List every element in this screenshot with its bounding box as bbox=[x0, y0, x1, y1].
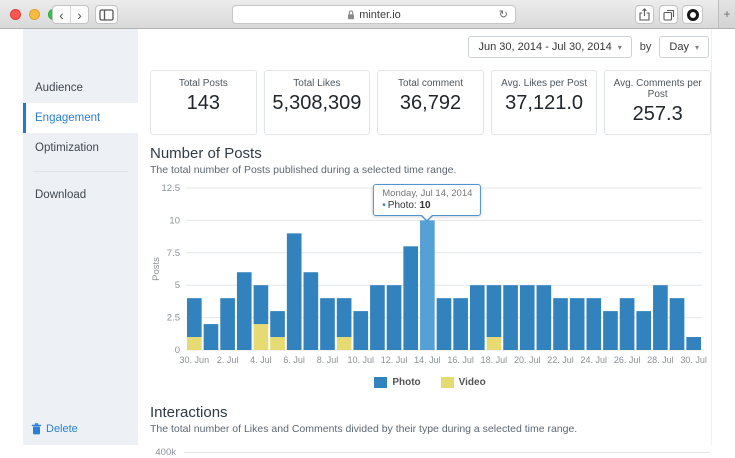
date-toolbar: Jun 30, 2014 - Jul 30, 2014 ▾ by Day ▾ bbox=[150, 35, 711, 59]
stat-value: 257.3 bbox=[607, 103, 708, 126]
sidebar-icon bbox=[99, 9, 114, 21]
tabs-icon bbox=[663, 9, 675, 21]
svg-text:12. Jul: 12. Jul bbox=[381, 355, 408, 365]
stat-label: Total comment bbox=[380, 78, 481, 89]
url-text: minter.io bbox=[359, 9, 401, 21]
granularity-picker[interactable]: Day ▾ bbox=[659, 36, 709, 58]
tooltip-value: 10 bbox=[419, 200, 430, 211]
svg-text:10: 10 bbox=[169, 215, 180, 226]
lock-icon bbox=[347, 10, 355, 20]
svg-text:8. Jul: 8. Jul bbox=[317, 355, 339, 365]
svg-text:20. Jul: 20. Jul bbox=[514, 355, 541, 365]
svg-text:26. Jul: 26. Jul bbox=[614, 355, 641, 365]
plus-icon: + bbox=[723, 7, 730, 21]
svg-text:2.5: 2.5 bbox=[167, 313, 180, 324]
chevron-down-icon: ▾ bbox=[695, 43, 699, 52]
new-tab-button[interactable]: + bbox=[718, 0, 735, 28]
interactions-chart-axis: 400k bbox=[150, 447, 710, 458]
back-button[interactable]: ‹ bbox=[53, 6, 71, 23]
legend-item-photo[interactable]: Photo bbox=[374, 377, 420, 388]
tooltip-series-label: Photo: bbox=[388, 200, 417, 211]
svg-text:7.5: 7.5 bbox=[167, 248, 180, 259]
chevron-down-icon: ▾ bbox=[618, 43, 622, 52]
svg-text:14. Jul: 14. Jul bbox=[414, 355, 441, 365]
minter-dashboard: Audience Engagement Optimization Downloa… bbox=[0, 29, 735, 445]
sidebar-divider bbox=[33, 171, 128, 172]
extension-icon bbox=[687, 9, 699, 21]
delete-button[interactable]: Delete bbox=[31, 423, 78, 435]
svg-text:18. Jul: 18. Jul bbox=[481, 355, 508, 365]
stats-row: Total Posts 143 Total Likes 5,308,309 To… bbox=[150, 70, 711, 135]
legend-swatch bbox=[374, 377, 387, 388]
sidebar-item-audience[interactable]: Audience bbox=[23, 73, 138, 103]
address-bar[interactable]: minter.io ↻ bbox=[232, 5, 516, 24]
sidebar-item-engagement[interactable]: Engagement bbox=[23, 103, 138, 133]
gridline bbox=[184, 452, 710, 453]
svg-text:Posts: Posts bbox=[151, 257, 162, 281]
chart-legend: Photo Video bbox=[150, 377, 710, 388]
stat-card-avg-comments: Avg. Comments per Post 257.3 bbox=[604, 70, 711, 135]
sidebar-item-download[interactable]: Download bbox=[23, 180, 138, 210]
svg-text:30. Jul: 30. Jul bbox=[680, 355, 707, 365]
stat-card-total-comments: Total comment 36,792 bbox=[377, 70, 484, 135]
window-minimize-button[interactable] bbox=[29, 9, 40, 20]
sidebar: Audience Engagement Optimization Downloa… bbox=[23, 29, 138, 445]
stat-value: 5,308,309 bbox=[267, 92, 368, 115]
stat-label: Total Likes bbox=[267, 78, 368, 89]
svg-text:6. Jul: 6. Jul bbox=[283, 355, 305, 365]
delete-label: Delete bbox=[46, 423, 78, 435]
stat-label: Avg. Comments per Post bbox=[607, 78, 708, 100]
interactions-ytick: 400k bbox=[150, 447, 184, 458]
nav-buttons: ‹ › bbox=[52, 5, 89, 24]
posts-chart: 02.557.51012.5Posts30. Jun2. Jul4. Jul6.… bbox=[150, 180, 710, 388]
stat-card-total-posts: Total Posts 143 bbox=[150, 70, 257, 135]
reload-icon[interactable]: ↻ bbox=[499, 8, 508, 21]
photo-series-dot-icon: • bbox=[382, 200, 386, 211]
sidebar-item-optimization[interactable]: Optimization bbox=[23, 133, 138, 163]
window-close-button[interactable] bbox=[10, 9, 21, 20]
interactions-section-title: Interactions bbox=[150, 404, 711, 421]
svg-text:24. Jul: 24. Jul bbox=[581, 355, 608, 365]
interactions-section-subtitle: The total number of Likes and Comments d… bbox=[150, 423, 711, 435]
granularity-value: Day bbox=[669, 41, 689, 53]
svg-text:5: 5 bbox=[175, 280, 180, 291]
svg-text:2. Jul: 2. Jul bbox=[217, 355, 239, 365]
date-range-value: Jun 30, 2014 - Jul 30, 2014 bbox=[478, 41, 611, 53]
legend-label: Video bbox=[459, 377, 486, 388]
stat-card-avg-likes: Avg. Likes per Post 37,121.0 bbox=[491, 70, 598, 135]
stat-card-total-likes: Total Likes 5,308,309 bbox=[264, 70, 371, 135]
sidebar-toggle-button[interactable] bbox=[95, 5, 118, 24]
by-label: by bbox=[640, 41, 652, 53]
stat-value: 36,792 bbox=[380, 92, 481, 115]
main-content: Jun 30, 2014 - Jul 30, 2014 ▾ by Day ▾ T… bbox=[138, 29, 712, 445]
share-icon bbox=[639, 8, 650, 21]
forward-button[interactable]: › bbox=[71, 6, 88, 23]
tab-overview-button[interactable] bbox=[659, 5, 678, 24]
svg-text:16. Jul: 16. Jul bbox=[447, 355, 474, 365]
svg-text:22. Jul: 22. Jul bbox=[547, 355, 574, 365]
extension-button[interactable] bbox=[682, 5, 703, 24]
tooltip-date: Monday, Jul 14, 2014 bbox=[382, 188, 472, 199]
browser-chrome: ‹ › minter.io ↻ + bbox=[0, 0, 735, 29]
trash-icon bbox=[31, 423, 42, 435]
stat-label: Total Posts bbox=[153, 78, 254, 89]
stat-value: 37,121.0 bbox=[494, 92, 595, 115]
stat-label: Avg. Likes per Post bbox=[494, 78, 595, 89]
posts-section-subtitle: The total number of Posts published duri… bbox=[150, 164, 711, 176]
chart-tooltip: Monday, Jul 14, 2014 •Photo: 10 bbox=[373, 184, 481, 216]
svg-text:4. Jul: 4. Jul bbox=[250, 355, 272, 365]
legend-item-video[interactable]: Video bbox=[441, 377, 486, 388]
date-range-picker[interactable]: Jun 30, 2014 - Jul 30, 2014 ▾ bbox=[468, 36, 631, 58]
svg-text:12.5: 12.5 bbox=[162, 183, 181, 194]
posts-section-title: Number of Posts bbox=[150, 145, 711, 162]
svg-text:10. Jul: 10. Jul bbox=[348, 355, 375, 365]
legend-swatch bbox=[441, 377, 454, 388]
legend-label: Photo bbox=[392, 377, 420, 388]
svg-text:28. Jul: 28. Jul bbox=[647, 355, 674, 365]
svg-text:30. Jun: 30. Jun bbox=[180, 355, 210, 365]
share-button[interactable] bbox=[635, 5, 654, 24]
stat-value: 143 bbox=[153, 92, 254, 115]
